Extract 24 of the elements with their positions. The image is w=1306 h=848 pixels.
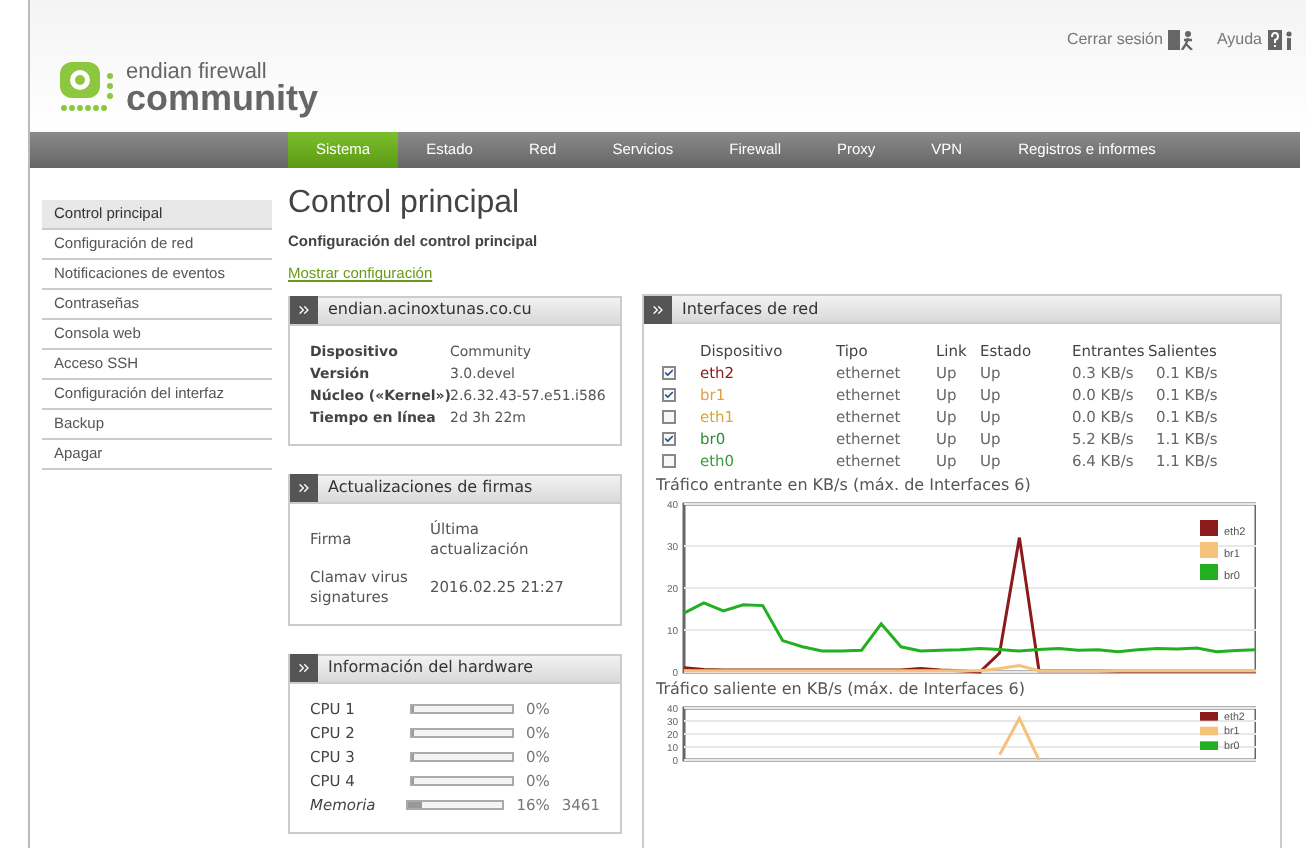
logo-title: community — [126, 80, 319, 116]
double-chevron-icon[interactable] — [290, 654, 318, 682]
panel-title: Interfaces de red — [682, 297, 819, 321]
logo-icon — [58, 60, 118, 116]
panel-title: Actualizaciones de firmas — [328, 476, 533, 500]
checkbox[interactable] — [662, 366, 676, 380]
logout-link[interactable]: Cerrar sesión — [1066, 28, 1197, 52]
help-link[interactable]: Ayuda — [1216, 28, 1294, 52]
page-title: Control principal — [288, 184, 522, 224]
checkbox[interactable] — [662, 410, 676, 424]
panel-title: endian.acinoxtunas.co.cu — [328, 298, 532, 322]
checkbox[interactable] — [662, 454, 676, 468]
line-series — [682, 601, 1256, 654]
exit-person-icon — [1168, 30, 1197, 50]
double-chevron-icon[interactable] — [290, 474, 318, 502]
checkbox[interactable] — [662, 388, 676, 402]
double-chevron-icon[interactable] — [290, 296, 318, 324]
double-chevron-icon[interactable] — [644, 295, 672, 323]
chart-title: Tráfico saliente en KB/s (máx. de Interfaces 6) — [656, 680, 1027, 700]
checkbox[interactable] — [662, 432, 676, 446]
help-icon — [1268, 30, 1294, 50]
logo-subtitle: endian firewall — [126, 62, 269, 84]
panel-title: Información del hardware — [328, 656, 534, 680]
chart-title: Tráfico entrante en KB/s (máx. de Interfaces 6) — [656, 476, 1033, 496]
